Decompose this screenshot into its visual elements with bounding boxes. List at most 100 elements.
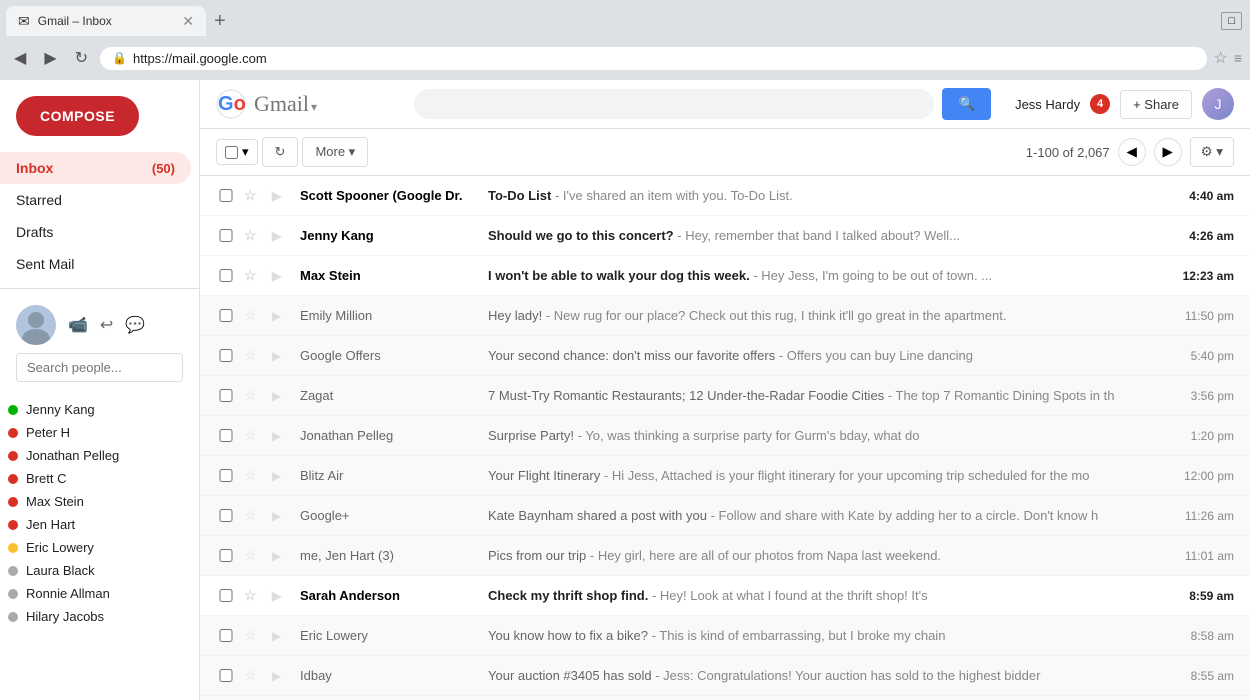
window-restore-button[interactable]: □ [1221, 12, 1242, 30]
important-icon[interactable]: ▶ [272, 309, 292, 323]
email-checkbox[interactable] [216, 469, 236, 482]
star-icon[interactable]: ☆ [244, 587, 264, 604]
contact-item[interactable]: Jenny Kang [0, 398, 199, 421]
select-all-dropdown[interactable]: ▾ [216, 139, 258, 165]
email-checkbox[interactable] [216, 269, 236, 282]
search-people-input[interactable] [16, 353, 183, 382]
refresh-button[interactable]: ↻ [69, 44, 94, 72]
gmail-dropdown-arrow[interactable]: ▾ [311, 100, 317, 114]
email-checkbox[interactable] [216, 189, 236, 202]
sidebar-item-inbox[interactable]: Inbox (50) [0, 152, 191, 184]
bookmark-button[interactable]: ☆ [1213, 48, 1227, 68]
profile-picture[interactable]: J [1202, 88, 1234, 120]
email-row[interactable]: ☆ ▶ Google+ Kate Baynham added you on Go… [200, 696, 1250, 700]
email-checkbox[interactable] [216, 309, 236, 322]
star-icon[interactable]: ☆ [244, 187, 264, 204]
email-checkbox[interactable] [216, 389, 236, 402]
important-icon[interactable]: ▶ [272, 349, 292, 363]
email-checkbox[interactable] [216, 669, 236, 682]
refresh-button[interactable]: ↻ [262, 137, 299, 167]
phone-button[interactable]: ↩ [96, 311, 117, 339]
select-all-checkbox[interactable] [225, 146, 238, 159]
important-icon[interactable]: ▶ [272, 589, 292, 603]
star-icon[interactable]: ☆ [244, 227, 264, 244]
compose-button[interactable]: COMPOSE [16, 96, 139, 136]
search-button[interactable]: 🔍 [942, 88, 991, 120]
star-icon[interactable]: ☆ [244, 347, 264, 364]
settings-button[interactable]: ⚙ ▾ [1190, 137, 1234, 167]
email-checkbox[interactable] [216, 589, 236, 602]
sidebar-item-drafts[interactable]: Drafts [0, 216, 191, 248]
back-button[interactable]: ◀ [8, 44, 32, 72]
contact-item[interactable]: Laura Black [0, 559, 199, 582]
important-icon[interactable]: ▶ [272, 189, 292, 203]
star-icon[interactable]: ☆ [244, 267, 264, 284]
star-icon[interactable]: ☆ [244, 427, 264, 444]
contact-item[interactable]: Jonathan Pelleg [0, 444, 199, 467]
contact-item[interactable]: Jen Hart [0, 513, 199, 536]
sidebar-item-sent[interactable]: Sent Mail [0, 248, 191, 280]
search-box[interactable] [414, 89, 934, 119]
email-row[interactable]: ☆ ▶ Jenny Kang Should we go to this conc… [200, 216, 1250, 256]
search-input[interactable] [430, 95, 918, 113]
email-row[interactable]: ☆ ▶ Emily Million Hey lady! - New rug fo… [200, 296, 1250, 336]
contact-item[interactable]: Brett C [0, 467, 199, 490]
email-row[interactable]: ☆ ▶ Scott Spooner (Google Dr. To-Do List… [200, 176, 1250, 216]
email-checkbox[interactable] [216, 549, 236, 562]
new-tab-button[interactable]: + [206, 10, 234, 33]
more-tools-button[interactable]: ≡ [1234, 50, 1242, 66]
email-checkbox[interactable] [216, 509, 236, 522]
email-checkbox[interactable] [216, 629, 236, 642]
important-icon[interactable]: ▶ [272, 469, 292, 483]
important-icon[interactable]: ▶ [272, 509, 292, 523]
email-row[interactable]: ☆ ▶ Eric Lowery You know how to fix a bi… [200, 616, 1250, 656]
important-icon[interactable]: ▶ [272, 389, 292, 403]
address-bar[interactable]: 🔒 [100, 47, 1207, 70]
important-icon[interactable]: ▶ [272, 669, 292, 683]
email-row[interactable]: ☆ ▶ Google+ Kate Baynham shared a post w… [200, 496, 1250, 536]
star-icon[interactable]: ☆ [244, 307, 264, 324]
important-icon[interactable]: ▶ [272, 429, 292, 443]
email-row[interactable]: ☆ ▶ Blitz Air Your Flight Itinerary - Hi… [200, 456, 1250, 496]
email-row[interactable]: ☆ ▶ me, Jen Hart (3) Pics from our trip … [200, 536, 1250, 576]
forward-button[interactable]: ▶ [38, 44, 62, 72]
share-button[interactable]: + Share [1120, 90, 1192, 119]
email-row[interactable]: ☆ ▶ Idbay Your auction #3405 has sold - … [200, 656, 1250, 696]
email-checkbox[interactable] [216, 349, 236, 362]
chat-button[interactable]: 💬 [121, 311, 149, 339]
url-input[interactable] [133, 51, 1196, 66]
select-dropdown-arrow[interactable]: ▾ [242, 144, 249, 160]
tab-close-button[interactable]: ✕ [182, 13, 194, 30]
star-icon[interactable]: ☆ [244, 507, 264, 524]
notification-badge[interactable]: 4 [1090, 94, 1110, 114]
star-icon[interactable]: ☆ [244, 467, 264, 484]
email-row[interactable]: ☆ ▶ Zagat 7 Must-Try Romantic Restaurant… [200, 376, 1250, 416]
next-page-button[interactable]: ▶ [1154, 138, 1182, 166]
email-row[interactable]: ☆ ▶ Google Offers Your second chance: do… [200, 336, 1250, 376]
contact-item[interactable]: Hilary Jacobs [0, 605, 199, 628]
star-icon[interactable]: ☆ [244, 387, 264, 404]
email-checkbox[interactable] [216, 429, 236, 442]
video-call-button[interactable]: 📹 [64, 311, 92, 339]
important-icon[interactable]: ▶ [272, 629, 292, 643]
important-icon[interactable]: ▶ [272, 269, 292, 283]
star-icon[interactable]: ☆ [244, 667, 264, 684]
contact-item[interactable]: Peter H [0, 421, 199, 444]
email-sender: Sarah Anderson [300, 588, 480, 603]
prev-page-button[interactable]: ◀ [1118, 138, 1146, 166]
email-checkbox[interactable] [216, 229, 236, 242]
contact-item[interactable]: Ronnie Allman [0, 582, 199, 605]
email-row[interactable]: ☆ ▶ Sarah Anderson Check my thrift shop … [200, 576, 1250, 616]
email-row[interactable]: ☆ ▶ Jonathan Pelleg Surprise Party! - Yo… [200, 416, 1250, 456]
star-icon[interactable]: ☆ [244, 627, 264, 644]
star-icon[interactable]: ☆ [244, 547, 264, 564]
email-row[interactable]: ☆ ▶ Max Stein I won't be able to walk yo… [200, 256, 1250, 296]
active-tab[interactable]: ✉ Gmail – Inbox ✕ [6, 6, 206, 36]
contact-item[interactable]: Eric Lowery [0, 536, 199, 559]
more-button[interactable]: More ▾ [302, 137, 368, 167]
important-icon[interactable]: ▶ [272, 229, 292, 243]
important-icon[interactable]: ▶ [272, 549, 292, 563]
contact-item[interactable]: Max Stein [0, 490, 199, 513]
email-time: 11:26 am [1154, 509, 1234, 523]
sidebar-item-starred[interactable]: Starred [0, 184, 191, 216]
